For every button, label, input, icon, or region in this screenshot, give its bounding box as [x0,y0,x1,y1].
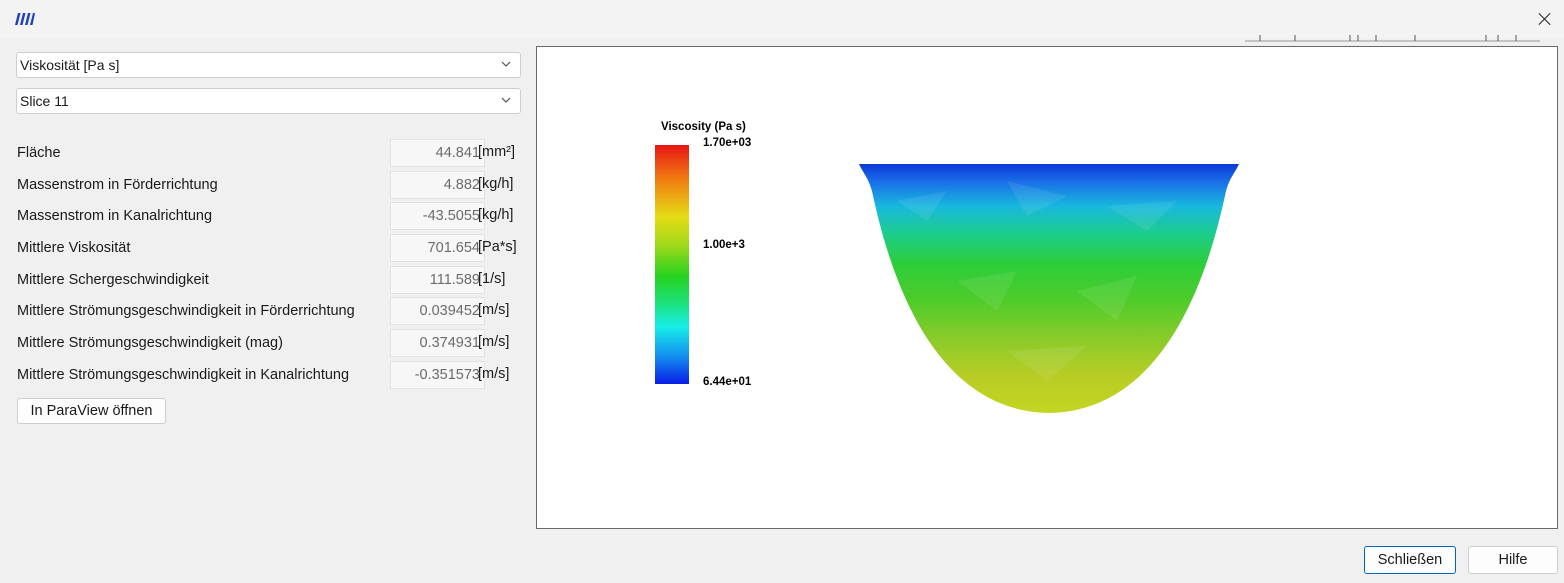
colorbar-title: Viscosity (Pa s) [661,121,746,133]
result-label: Massenstrom in Kanalrichtung [17,208,213,224]
result-value: -43.5055 [422,208,480,224]
result-value: 701.654 [427,240,480,256]
result-unit: [Pa*s] [478,239,517,255]
result-label: Mittlere Strömungsgeschwindigkeit (mag) [17,335,283,351]
result-value: 44.841 [435,145,480,161]
result-label: Mittlere Schergeschwindigkeit [17,272,209,288]
result-value: 111.589 [429,272,480,288]
result-unit: [kg/h] [478,207,514,223]
open-in-paraview-button[interactable]: In ParaView öffnen [17,398,166,424]
result-row-velocity-conveying: Mittlere Strömungsgeschwindigkeit in För… [16,297,521,327]
slice-select[interactable]: Slice 11 [16,88,521,114]
result-row-viscosity: Mittlere Viskosität 701.654 [Pa*s] [16,234,521,264]
colorbar [655,145,689,384]
result-row-velocity-channel: Mittlere Strömungsgeschwindigkeit in Kan… [16,361,521,391]
result-unit: [m/s] [478,366,510,382]
colorbar-max-label: 1.70e+03 [703,137,752,149]
result-value-field: 0.374931 [390,329,485,357]
result-row-massflow-conveying: Massenstrom in Förderrichtung 4.882 [kg/… [16,171,521,201]
result-label: Mittlere Strömungsgeschwindigkeit in Kan… [17,367,350,383]
close-icon[interactable] [1530,4,1560,34]
result-value-field: -43.5055 [390,202,485,230]
result-label: Massenstrom in Förderrichtung [17,177,218,193]
chevron-down-icon [501,61,511,67]
help-button[interactable]: Hilfe [1468,546,1558,574]
result-row-shear-rate: Mittlere Schergeschwindigkeit 111.589 [1… [16,266,521,296]
colorbar-mid-label: 1.00e+3 [703,239,745,251]
result-value: 0.374931 [419,335,480,351]
ruler-ticks [1245,35,1540,42]
result-value: -0.351573 [414,367,480,383]
result-label: Mittlere Viskosität [17,240,131,256]
colorbar-min-label: 6.44e+01 [703,376,752,388]
result-unit: [kg/h] [478,176,514,192]
field-select[interactable]: Viskosität [Pa s] [16,52,521,78]
result-unit: [mm²] [478,144,516,160]
result-value-field: -0.351573 [390,361,485,389]
screw-logo-icon [15,13,35,25]
result-unit: [1/s] [478,271,506,287]
result-value-field: 0.039452 [390,297,485,325]
result-label: Mittlere Strömungsgeschwindigkeit in För… [17,303,355,319]
result-value: 0.039452 [419,303,480,319]
field-select-value: Viskosität [Pa s] [20,57,120,73]
chevron-down-icon [501,97,511,103]
result-value-field: 111.589 [390,266,485,294]
result-value: 4.882 [443,177,480,193]
result-value-field: 4.882 [390,171,485,199]
result-row-velocity-mag: Mittlere Strömungsgeschwindigkeit (mag) … [16,329,521,359]
result-unit: [m/s] [478,334,510,350]
result-row-massflow-channel: Massenstrom in Kanalrichtung -43.5055 [k… [16,202,521,232]
result-unit: [m/s] [478,302,510,318]
viscosity-slice-plot [859,164,1239,413]
slice-select-value: Slice 11 [20,93,69,109]
result-label: Fläche [17,145,61,161]
result-value-field: 701.654 [390,234,485,262]
result-row-area: Fläche 44.841 [mm²] [16,139,521,169]
result-value-field: 44.841 [390,139,485,167]
close-button[interactable]: Schließen [1364,546,1456,574]
